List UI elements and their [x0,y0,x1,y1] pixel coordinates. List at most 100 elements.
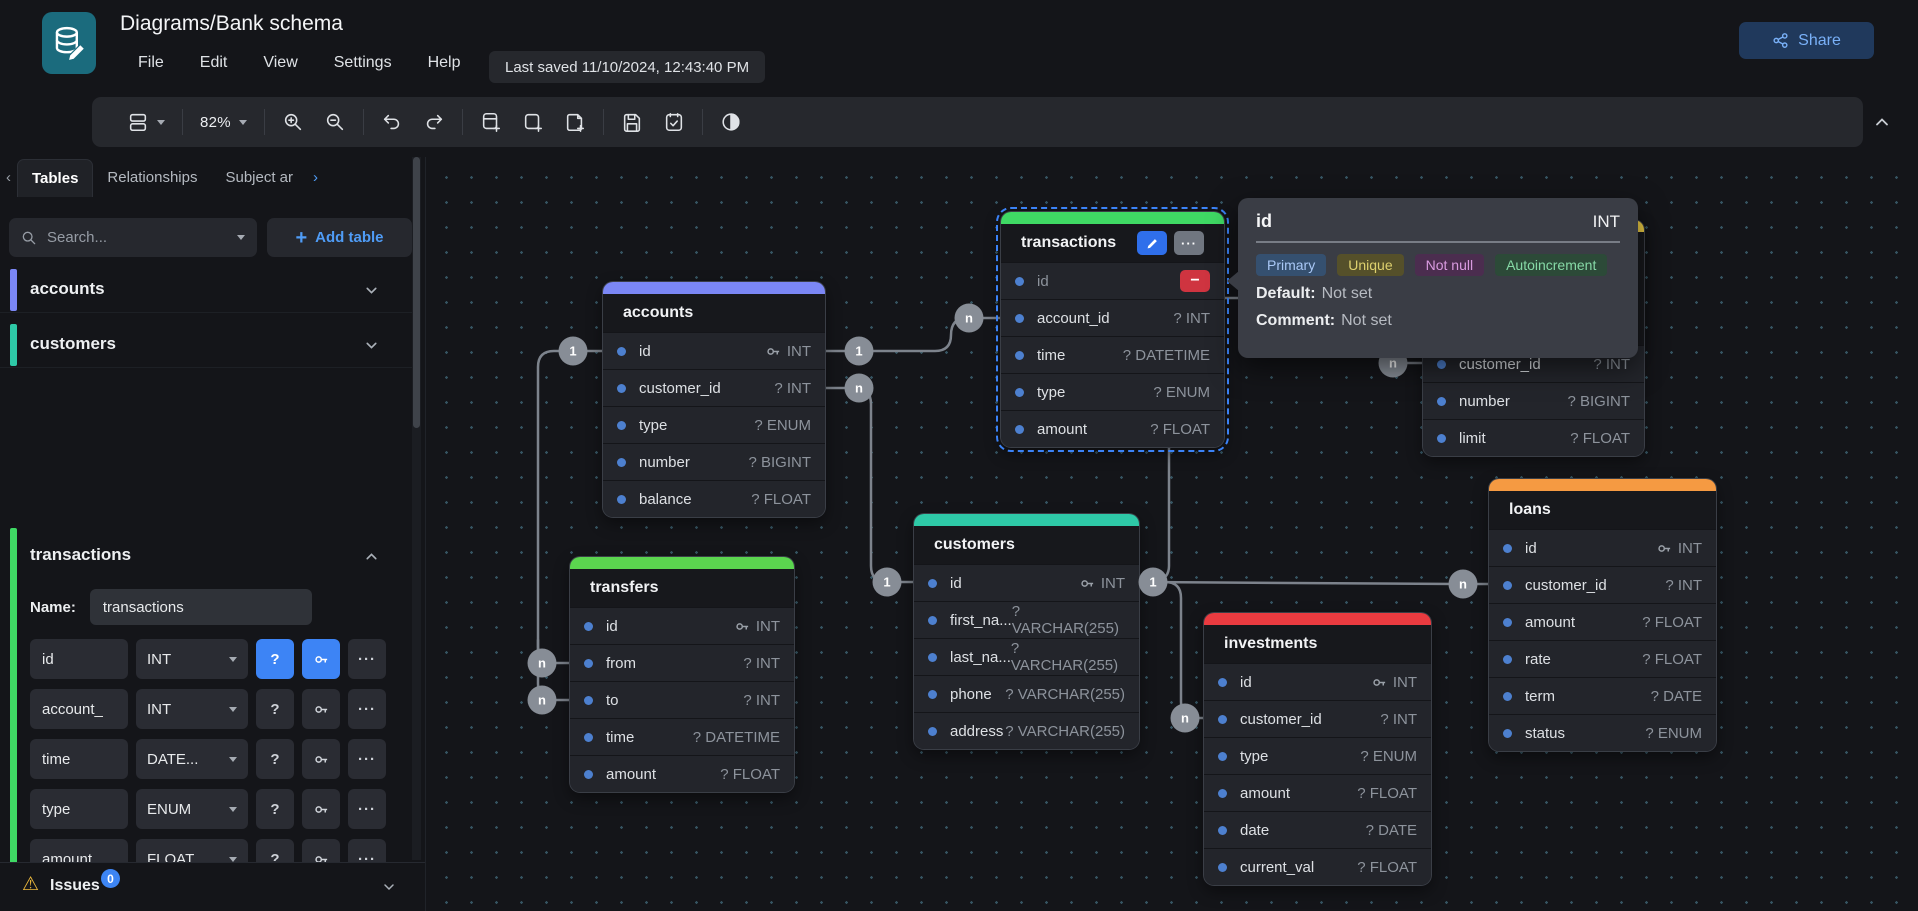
edit-table-button pencil-icon[interactable] [1137,231,1167,255]
search-input[interactable]: Search... [9,218,257,257]
issues-bar[interactable]: ⚠ Issues 0 [0,862,425,911]
menu-item-settings[interactable]: Settings [323,48,403,78]
menu-item-file[interactable]: File [127,48,175,78]
relationship-line[interactable] [1139,582,1489,584]
relationship-cardinality-n[interactable]: n [528,649,557,678]
table-field-row[interactable]: amount? FLOAT [570,755,794,792]
add-note-button[interactable] [557,106,593,138]
contrast-button[interactable] [713,106,749,138]
tab-relationships[interactable]: Relationships [93,159,211,196]
nullable-toggle[interactable]: ? [256,789,294,829]
add-table-button[interactable] [473,106,509,138]
table-field-row[interactable]: time? DATETIME [570,718,794,755]
tab-scroll-right chevron-right-icon[interactable]: › [307,169,324,186]
chevron-down-icon[interactable] [363,337,380,354]
zoom-in-button[interactable] [275,106,311,138]
delete-field-button minus-icon[interactable]: − [1180,270,1210,292]
table-field-row[interactable]: last_na...? VARCHAR(255) [914,638,1139,675]
table-field-row[interactable]: number? BIGINT [1423,382,1644,419]
diagram-table-investments[interactable]: investmentsidINTcustomer_id? INTtype? EN… [1204,613,1431,885]
layout-button[interactable] [120,106,172,138]
tab-subject-ar[interactable]: Subject ar [211,159,307,196]
diagram-table-customers[interactable]: customersidINTfirst_na...? VARCHAR(255)l… [914,514,1139,749]
field-type-select[interactable]: INT [136,689,248,729]
primary-key-toggle key-icon[interactable] [302,689,340,729]
relationship-cardinality-n[interactable]: n [1171,704,1200,733]
share-button[interactable]: Share [1739,22,1874,59]
table-title[interactable]: accounts [603,294,825,332]
chevron-down-icon[interactable] [237,235,245,240]
toolbar-collapse chevron-up-icon[interactable] [1872,112,1892,132]
table-field-row[interactable]: rate? FLOAT [1489,640,1716,677]
field-name-input[interactable]: time [30,739,128,779]
table-field-row[interactable]: idINT [570,607,794,644]
table-field-row[interactable]: to? INT [570,681,794,718]
table-field-row[interactable]: idINT [1204,663,1431,700]
table-field-row[interactable]: idINT [914,564,1139,601]
table-title[interactable]: transfers [570,569,794,607]
table-more-button more-icon[interactable]: ··· [1174,231,1204,255]
nullable-toggle[interactable]: ? [256,639,294,679]
relationship-cardinality-1[interactable]: 1 [1139,568,1168,597]
table-field-row[interactable]: customer_id? INT [603,369,825,406]
diagram-table-transfers[interactable]: transfersidINTfrom? INTto? INTtime? DATE… [570,557,794,792]
zoom-level-control[interactable]: 82% [193,109,254,136]
tab-tables[interactable]: Tables [17,159,93,197]
table-field-row[interactable]: type? ENUM [1001,373,1224,410]
relationship-cardinality-n[interactable]: n [1449,570,1478,599]
relationship-cardinality-n[interactable]: n [845,374,874,403]
field-more-button more-icon[interactable]: ··· [348,789,386,829]
relationship-line[interactable] [1139,582,1204,718]
table-title[interactable]: loans [1489,491,1716,529]
field-more-button more-icon[interactable]: ··· [348,739,386,779]
relationship-line[interactable] [825,388,914,582]
menu-item-edit[interactable]: Edit [189,48,239,78]
field-name-input[interactable]: type [30,789,128,829]
field-more-button more-icon[interactable]: ··· [348,689,386,729]
field-more-button more-icon[interactable]: ··· [348,639,386,679]
zoom-out-button[interactable] [317,106,353,138]
chevron-down-icon[interactable] [363,282,380,299]
table-field-row[interactable]: customer_id? INT [1489,566,1716,603]
table-field-row[interactable]: balance? FLOAT [603,480,825,517]
chevron-up-icon[interactable] [363,548,380,565]
table-field-row[interactable]: current_val? FLOAT [1204,848,1431,885]
add-table-button[interactable]: + Add table [267,218,412,257]
table-name-input[interactable]: transactions [90,589,312,625]
relationship-cardinality-1[interactable]: 1 [873,568,902,597]
table-field-row[interactable]: amount? FLOAT [1204,774,1431,811]
chevron-down-icon[interactable] [381,879,397,895]
app-logo database-pencil-icon[interactable] [42,12,96,74]
scrollbar-thumb[interactable] [413,157,420,428]
table-field-row[interactable]: term? DATE [1489,677,1716,714]
diagram-table-transactions[interactable]: transactions···id−account_id? INTtime? D… [1001,212,1224,447]
diagram-canvas[interactable]: accountsidINTcustomer_id? INTtype? ENUMn… [425,157,1918,911]
field-name-input[interactable]: account_ [30,689,128,729]
table-field-row[interactable]: status? ENUM [1489,714,1716,751]
sidebar-item-customers[interactable]: customers [0,322,412,368]
nullable-toggle[interactable]: ? [256,689,294,729]
diagram-table-loans[interactable]: loansidINTcustomer_id? INTamount? FLOATr… [1489,479,1716,751]
table-title[interactable]: investments [1204,625,1431,663]
table-title[interactable]: customers [914,526,1139,564]
sidebar-scrollbar[interactable] [412,157,421,860]
table-field-row[interactable]: address? VARCHAR(255) [914,712,1139,749]
redo-button[interactable] [416,106,452,138]
table-field-row[interactable]: account_id? INT [1001,299,1224,336]
primary-key-toggle key-icon[interactable] [302,639,340,679]
table-field-row[interactable]: limit? FLOAT [1423,419,1644,456]
table-field-row[interactable]: type? ENUM [603,406,825,443]
diagram-table-accounts[interactable]: accountsidINTcustomer_id? INTtype? ENUMn… [603,282,825,517]
undo-button[interactable] [374,106,410,138]
table-field-row[interactable]: idINT [1489,529,1716,566]
sidebar-item-label[interactable]: transactions [30,545,131,565]
save-button[interactable] [614,106,650,138]
menu-item-help[interactable]: Help [417,48,472,78]
table-field-row[interactable]: first_na...? VARCHAR(255) [914,601,1139,638]
table-field-row[interactable]: idINT [603,332,825,369]
field-type-select[interactable]: ENUM [136,789,248,829]
table-field-row[interactable]: customer_id? INT [1204,700,1431,737]
tab-scroll-left chevron-left-icon[interactable]: ‹ [0,169,17,186]
table-field-row[interactable]: amount? FLOAT [1489,603,1716,640]
table-field-row[interactable]: phone? VARCHAR(255) [914,675,1139,712]
